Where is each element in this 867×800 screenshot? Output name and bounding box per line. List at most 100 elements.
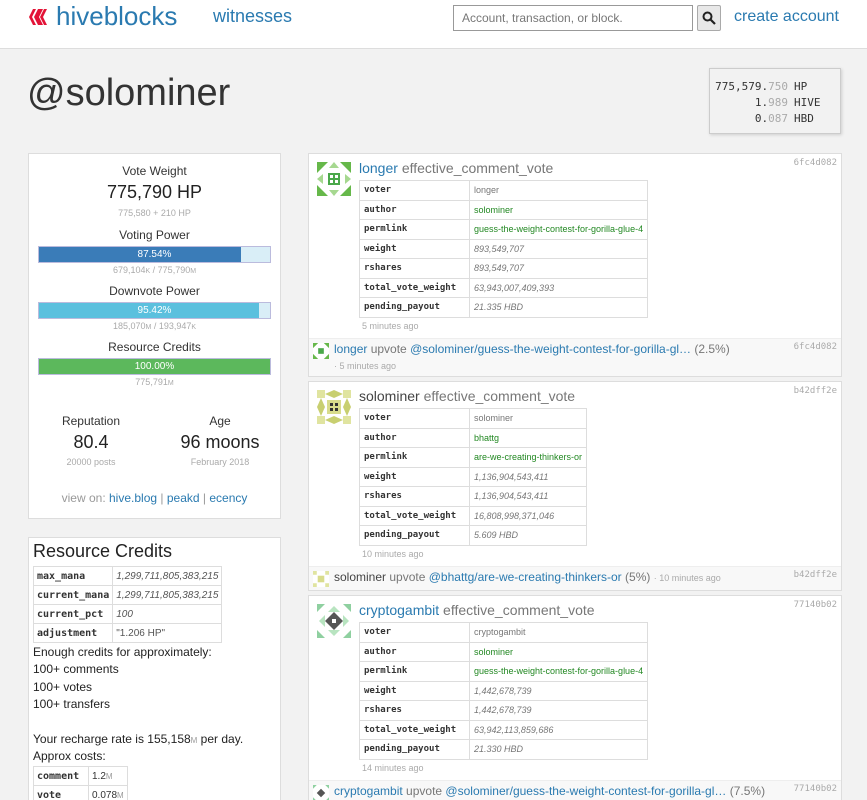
table-value[interactable]: guess-the-weight-contest-for-gorilla-glu… — [468, 661, 649, 682]
table-value: 1,442,678,739 — [468, 680, 649, 701]
downvote-power-bar: 95.42% — [38, 302, 271, 319]
unit-suffix: K — [145, 268, 151, 275]
site-logo-text[interactable]: hiveblocks — [56, 1, 177, 32]
op-hash[interactable]: 6fc4d082 — [794, 158, 837, 168]
reputation-label: Reputation — [61, 414, 121, 428]
table-key: permlink — [359, 219, 470, 240]
table-value: cryptogambit — [468, 622, 649, 643]
rc-card-title: Resource Credits — [33, 541, 173, 561]
table-value: 16,808,998,371,046 — [468, 505, 588, 526]
table-key: pending_payout — [359, 525, 470, 546]
balance-unit: HIVE — [794, 96, 821, 109]
table-row: weight 1,136,904,543,411 — [359, 466, 588, 487]
table-value: 21.330 HBD — [468, 739, 649, 760]
vote-weight-sub: 775,580 + 210 HP — [118, 208, 191, 218]
resource-credits-bar: 100.00% — [38, 358, 271, 375]
account-avatar-icon[interactable] — [317, 390, 351, 424]
table-value[interactable]: solominer — [468, 641, 649, 662]
table-key: adjustment — [32, 623, 114, 643]
table-value: solominer — [468, 408, 588, 429]
voting-power-pct: 87.54% — [137, 249, 172, 260]
voter-avatar-icon[interactable] — [313, 571, 329, 587]
table-value[interactable]: are-we-creating-thinkers-or — [468, 447, 588, 468]
table-row: permlink guess-the-weight-contest-for-gor… — [359, 661, 649, 682]
table-key: weight — [359, 238, 470, 259]
rc-costs-table: comment 1.2M vote 0.078M — [33, 766, 128, 800]
balance-decimals: 087 — [768, 112, 788, 125]
table-row: voter longer — [359, 180, 649, 201]
voter-avatar-icon[interactable] — [313, 785, 329, 800]
table-key: author — [359, 641, 470, 662]
table-row: author bhattg — [359, 427, 588, 448]
post-link[interactable]: @solominer/guess-the-weight-contest-for-… — [445, 784, 726, 798]
nav-witnesses-link[interactable]: witnesses — [213, 6, 292, 27]
op-hash[interactable]: b42dff2e — [794, 386, 837, 396]
table-value: 1,299,711,805,383,215 — [112, 566, 223, 586]
age-value: 96 moons — [180, 432, 260, 452]
voting-power-label: Voting Power — [119, 228, 190, 242]
operation-card: 77140b02 cryptogambit effective_comment_… — [308, 595, 842, 800]
table-key: max_mana — [32, 566, 114, 586]
rc-table: max_mana 1,299,711,805,383,215 current_ma… — [32, 566, 223, 643]
vote-hash[interactable]: 6fc4d082 — [794, 342, 837, 352]
vote-percent: (7.5%) — [729, 784, 766, 798]
balance-row-hive: 1.989 HIVE — [710, 95, 832, 111]
create-account-link[interactable]: create account — [734, 8, 839, 26]
table-value: 63,943,007,409,393 — [468, 277, 649, 298]
age-label: Age — [209, 414, 231, 428]
account-avatar-icon[interactable] — [317, 162, 351, 196]
op-account-link[interactable]: solominer — [359, 388, 420, 404]
vote-summary-row: solominer upvote @bhattg/are-we-creating… — [309, 566, 841, 590]
recharge-text: Your recharge rate is 155,158 — [33, 732, 191, 746]
table-value: "1.206 HP" — [112, 623, 223, 643]
cost-value: 1.2 — [92, 770, 106, 782]
vote-hash[interactable]: 77140b02 — [794, 784, 837, 794]
operation-card: 6fc4d082 longer effective_comment_vote v… — [308, 153, 842, 377]
op-hash[interactable]: 77140b02 — [794, 600, 837, 610]
table-key: voter — [359, 408, 470, 429]
vote-hash[interactable]: b42dff2e — [794, 570, 837, 580]
resource-credits-value: 775,791 — [135, 377, 168, 387]
table-value: 5.609 HBD — [468, 525, 588, 546]
vote-summary-text: solominer upvote @bhattg/are-we-creating… — [334, 570, 721, 584]
post-link[interactable]: @bhattg/are-we-creating-thinkers-or — [429, 570, 622, 584]
ecency-link[interactable]: ecency — [209, 491, 247, 505]
table-value[interactable]: solominer — [468, 199, 649, 220]
op-type: effective_comment_vote — [443, 602, 595, 618]
table-value: 1,136,904,543,411 — [468, 486, 588, 507]
balance-unit: HP — [794, 80, 808, 93]
peakd-link[interactable]: peakd — [167, 491, 200, 505]
op-account-link[interactable]: longer — [359, 160, 398, 176]
account-avatar-icon[interactable] — [317, 604, 351, 638]
downvote-power-pct: 95.42% — [137, 305, 172, 316]
voter-link[interactable]: solominer — [334, 570, 386, 584]
balance-amount: 0. — [754, 112, 769, 125]
table-row: total_vote_weight 16,808,998,371,046 — [359, 505, 588, 526]
table-row: rshares 893,549,707 — [359, 258, 649, 279]
top-navbar: hiveblocks witnesses create account — [0, 0, 867, 49]
table-key: total_vote_weight — [359, 719, 470, 740]
table-key: voter — [359, 622, 470, 643]
table-value[interactable]: guess-the-weight-contest-for-gorilla-glu… — [468, 219, 649, 240]
balance-decimals: 989 — [768, 96, 788, 109]
table-value: 893,549,707 — [468, 258, 649, 279]
search-input[interactable] — [453, 5, 693, 31]
voter-link[interactable]: longer — [334, 342, 367, 356]
op-title: cryptogambit effective_comment_vote — [359, 602, 595, 618]
voter-avatar-icon[interactable] — [313, 343, 329, 359]
table-row: voter cryptogambit — [359, 622, 649, 643]
hive-blog-link[interactable]: hive.blog — [109, 491, 157, 505]
op-account-link[interactable]: cryptogambit — [359, 602, 439, 618]
balance-amount: 775,579. — [715, 80, 769, 93]
table-value[interactable]: bhattg — [468, 427, 588, 448]
post-link[interactable]: @solominer/guess-the-weight-contest-for-… — [410, 342, 691, 356]
table-key: total_vote_weight — [359, 277, 470, 298]
op-timestamp: 14 minutes ago — [362, 763, 424, 773]
downvote-power-sub: 185,070M / 193,947K — [112, 321, 197, 331]
search-button[interactable] — [697, 5, 721, 31]
hive-logo-icon[interactable] — [27, 6, 49, 28]
table-row: voter solominer — [359, 408, 588, 429]
table-row: max_mana 1,299,711,805,383,215 — [32, 566, 223, 586]
voter-link[interactable]: cryptogambit — [334, 784, 403, 798]
table-key: permlink — [359, 661, 470, 682]
